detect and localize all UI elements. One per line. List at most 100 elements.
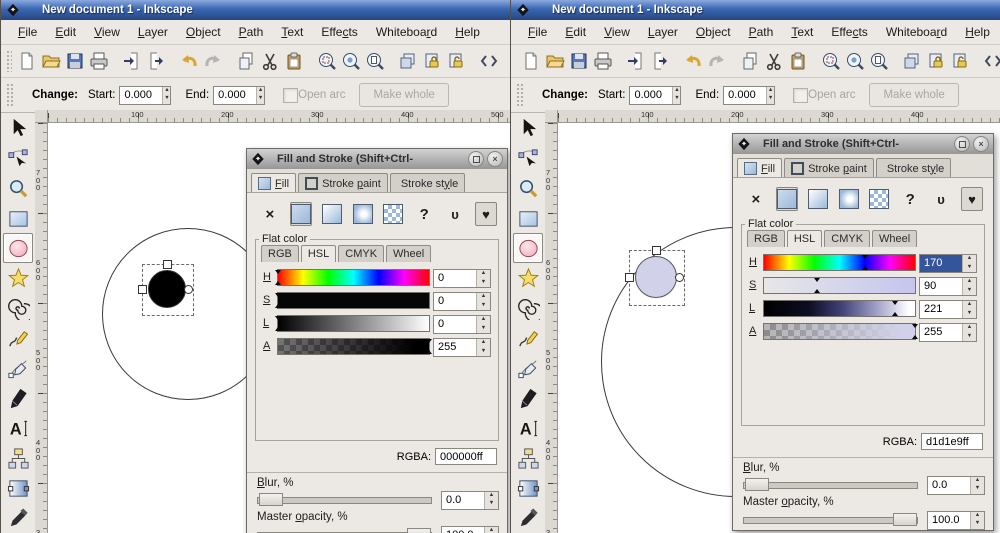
h-spinbox[interactable]: 0 ▲ ▼ (433, 269, 491, 288)
end-spinbox[interactable]: 0.000 ▲ ▼ (213, 85, 266, 105)
selected-ellipse[interactable] (148, 270, 186, 308)
spinner-arrows[interactable]: ▲▼ (962, 255, 976, 272)
master-opacity-slider[interactable] (743, 512, 918, 526)
color-tab-hsl[interactable]: HSL (300, 245, 337, 262)
cut-button[interactable] (762, 49, 786, 73)
open-button[interactable] (39, 49, 63, 73)
pattern-button[interactable] (383, 202, 405, 226)
menu-view[interactable]: View (595, 22, 639, 42)
tool-rectangle[interactable] (3, 203, 33, 233)
blur-slider[interactable] (743, 477, 918, 491)
tool-dropper[interactable] (513, 503, 543, 533)
color-tab-cmyk[interactable]: CMYK (338, 245, 385, 262)
cut-button[interactable] (258, 49, 282, 73)
make-whole-button[interactable]: Make whole (869, 83, 959, 107)
tab-fill[interactable]: Fill (251, 173, 297, 192)
tool-text[interactable]: A (3, 413, 33, 443)
xml-editor-button[interactable] (477, 49, 501, 73)
menu-path[interactable]: Path (230, 22, 273, 42)
spinner-arrows[interactable]: ▲▼ (970, 511, 984, 529)
right-handle[interactable] (184, 285, 193, 294)
print-button[interactable] (591, 49, 615, 73)
unknown-paint-button[interactable]: ? (413, 202, 435, 226)
h-slider[interactable] (763, 254, 916, 271)
zoom-selection-button[interactable] (819, 49, 843, 73)
make-whole-button[interactable]: Make whole (359, 83, 449, 107)
spinner-arrows[interactable]: ▲▼ (962, 324, 976, 341)
menu-file[interactable]: File (519, 22, 556, 42)
a-spinbox[interactable]: 255 ▲ ▼ (919, 323, 977, 342)
spinner-arrows[interactable]: ▲▼ (962, 278, 976, 295)
window-titlebar[interactable]: New document 1 - Inkscape (511, 0, 1000, 20)
color-tab-rgb[interactable]: RGB (747, 230, 785, 247)
open-button[interactable] (543, 49, 567, 73)
unknown-paint-button[interactable]: ? (899, 187, 921, 211)
radial-gradient-button[interactable] (838, 187, 860, 211)
no-paint-button[interactable]: × (745, 187, 767, 211)
flat-color-button[interactable] (289, 202, 312, 226)
spinner-arrows[interactable]: ▲▼ (476, 316, 490, 333)
end-spinbox[interactable]: 0.000 ▲ ▼ (723, 85, 776, 105)
tool-gradient[interactable] (513, 473, 543, 503)
h-spinbox[interactable]: 170 ▲ ▼ (919, 254, 977, 273)
dialog-close-button[interactable]: × (487, 151, 503, 167)
tool-star[interactable] (3, 263, 33, 293)
toolbar-grip[interactable] (6, 83, 13, 107)
paste-button[interactable] (786, 49, 810, 73)
fill-rule-evenodd-button[interactable]: υ (930, 187, 952, 211)
pattern-button[interactable] (869, 187, 891, 211)
start-spinbox[interactable]: 0.000 ▲ ▼ (119, 85, 172, 105)
duplicate-button[interactable] (396, 49, 420, 73)
vertical-ruler[interactable]: 700600500400300 (545, 123, 558, 533)
blur-slider-handle[interactable] (259, 492, 283, 506)
menu-layer[interactable]: Layer (639, 22, 687, 42)
tool-node-editor[interactable] (513, 143, 543, 173)
linear-gradient-button[interactable] (807, 187, 829, 211)
tool-rectangle[interactable] (513, 203, 543, 233)
s-spinbox[interactable]: 90 ▲ ▼ (919, 277, 977, 296)
tool-zoom[interactable] (3, 173, 33, 203)
start-spinbox[interactable]: 0.000 ▲ ▼ (629, 85, 682, 105)
fill-rule-nonzero-button[interactable]: ♥ (474, 202, 497, 226)
spinner-arrows[interactable]: ▲▼ (476, 293, 490, 310)
copy-button[interactable] (234, 49, 258, 73)
spinner-arrows[interactable]: ▲▼ (970, 476, 984, 494)
menu-object[interactable]: Object (687, 22, 740, 42)
undo-button[interactable] (681, 49, 705, 73)
zoom-drawing-button[interactable] (843, 49, 867, 73)
menu-file[interactable]: File (9, 22, 46, 42)
color-tab-rgb[interactable]: RGB (261, 245, 299, 262)
spinner-arrows[interactable]: ▲▼ (484, 526, 498, 533)
selected-ellipse[interactable] (635, 256, 677, 298)
redo-button[interactable] (705, 49, 729, 73)
color-tab-wheel[interactable]: Wheel (872, 230, 918, 247)
toolbar-grip[interactable] (6, 49, 12, 73)
menu-view[interactable]: View (85, 22, 129, 42)
tool-bezier[interactable] (3, 353, 33, 383)
tool-ellipse[interactable] (3, 233, 33, 263)
menu-whiteboard[interactable]: Whiteboard (877, 22, 956, 42)
menu-object[interactable]: Object (177, 22, 230, 42)
tool-bezier[interactable] (513, 353, 543, 383)
print-button[interactable] (87, 49, 111, 73)
master-opacity-slider-handle[interactable] (406, 527, 431, 533)
unlink-clone-button[interactable] (948, 49, 972, 73)
clone-button[interactable] (924, 49, 948, 73)
tab-stroke-style[interactable]: Stroke style (389, 173, 466, 197)
tool-selector[interactable] (513, 113, 543, 143)
dialog-maximize-button[interactable] (468, 151, 484, 167)
no-paint-button[interactable]: × (259, 202, 281, 226)
tool-zoom[interactable] (513, 173, 543, 203)
undo-button[interactable] (177, 49, 201, 73)
spinner-arrows[interactable]: ▲▼ (672, 86, 681, 104)
a-slider[interactable] (277, 338, 432, 355)
tool-text[interactable]: A (513, 413, 543, 443)
tool-pencil[interactable] (3, 323, 33, 353)
fill-rule-nonzero-button[interactable]: ♥ (960, 187, 983, 211)
tool-spiral[interactable] (3, 293, 33, 323)
l-slider[interactable] (275, 315, 430, 332)
blur-slider[interactable] (257, 492, 432, 506)
blur-slider-handle[interactable] (745, 477, 769, 491)
color-tab-cmyk[interactable]: CMYK (824, 230, 871, 247)
export-button[interactable] (648, 49, 672, 73)
